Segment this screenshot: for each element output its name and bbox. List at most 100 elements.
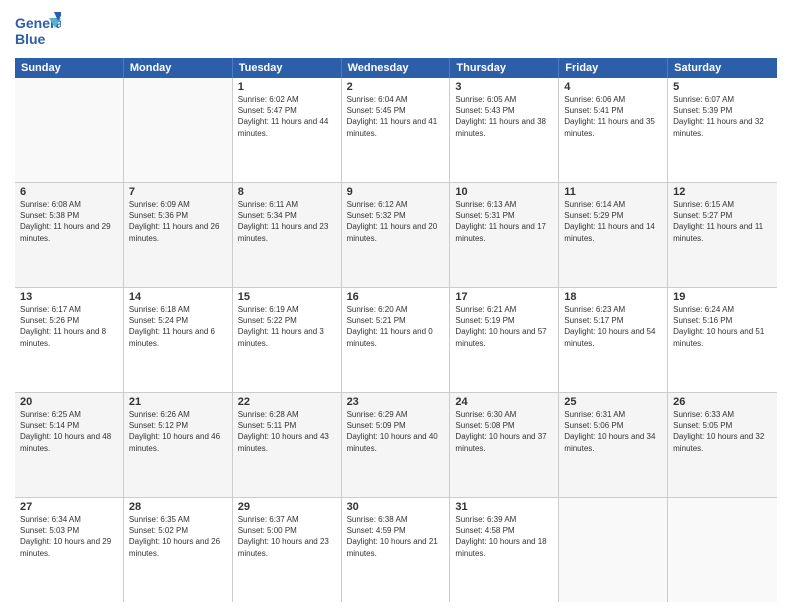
cell-details: Sunrise: 6:28 AM Sunset: 5:11 PM Dayligh… [238, 409, 336, 454]
calendar-row: 6Sunrise: 6:08 AM Sunset: 5:38 PM Daylig… [15, 183, 777, 288]
day-number: 12 [673, 186, 772, 198]
cell-details: Sunrise: 6:37 AM Sunset: 5:00 PM Dayligh… [238, 514, 336, 559]
page: GeneralBlue SundayMondayTuesdayWednesday… [0, 0, 792, 612]
calendar-row: 13Sunrise: 6:17 AM Sunset: 5:26 PM Dayli… [15, 288, 777, 393]
day-number: 10 [455, 186, 553, 198]
day-number: 5 [673, 81, 772, 93]
day-cell: 7Sunrise: 6:09 AM Sunset: 5:36 PM Daylig… [124, 183, 233, 287]
day-cell: 26Sunrise: 6:33 AM Sunset: 5:05 PM Dayli… [668, 393, 777, 497]
day-number: 2 [347, 81, 445, 93]
day-cell: 28Sunrise: 6:35 AM Sunset: 5:02 PM Dayli… [124, 498, 233, 602]
day-cell: 10Sunrise: 6:13 AM Sunset: 5:31 PM Dayli… [450, 183, 559, 287]
day-cell: 9Sunrise: 6:12 AM Sunset: 5:32 PM Daylig… [342, 183, 451, 287]
day-cell: 11Sunrise: 6:14 AM Sunset: 5:29 PM Dayli… [559, 183, 668, 287]
day-cell: 5Sunrise: 6:07 AM Sunset: 5:39 PM Daylig… [668, 78, 777, 182]
cell-details: Sunrise: 6:24 AM Sunset: 5:16 PM Dayligh… [673, 304, 772, 349]
day-number: 4 [564, 81, 662, 93]
day-cell: 21Sunrise: 6:26 AM Sunset: 5:12 PM Dayli… [124, 393, 233, 497]
day-cell: 2Sunrise: 6:04 AM Sunset: 5:45 PM Daylig… [342, 78, 451, 182]
day-number: 25 [564, 396, 662, 408]
day-cell: 31Sunrise: 6:39 AM Sunset: 4:58 PM Dayli… [450, 498, 559, 602]
cell-details: Sunrise: 6:35 AM Sunset: 5:02 PM Dayligh… [129, 514, 227, 559]
cell-details: Sunrise: 6:33 AM Sunset: 5:05 PM Dayligh… [673, 409, 772, 454]
weekday-header: Sunday [15, 58, 124, 78]
day-number: 17 [455, 291, 553, 303]
cell-details: Sunrise: 6:39 AM Sunset: 4:58 PM Dayligh… [455, 514, 553, 559]
day-number: 31 [455, 501, 553, 513]
day-cell: 15Sunrise: 6:19 AM Sunset: 5:22 PM Dayli… [233, 288, 342, 392]
day-number: 6 [20, 186, 118, 198]
day-cell: 17Sunrise: 6:21 AM Sunset: 5:19 PM Dayli… [450, 288, 559, 392]
calendar: SundayMondayTuesdayWednesdayThursdayFrid… [15, 58, 777, 602]
cell-details: Sunrise: 6:34 AM Sunset: 5:03 PM Dayligh… [20, 514, 118, 559]
weekday-header: Friday [559, 58, 668, 78]
cell-details: Sunrise: 6:04 AM Sunset: 5:45 PM Dayligh… [347, 94, 445, 139]
cell-details: Sunrise: 6:14 AM Sunset: 5:29 PM Dayligh… [564, 199, 662, 244]
day-cell: 6Sunrise: 6:08 AM Sunset: 5:38 PM Daylig… [15, 183, 124, 287]
weekday-header: Wednesday [342, 58, 451, 78]
cell-details: Sunrise: 6:05 AM Sunset: 5:43 PM Dayligh… [455, 94, 553, 139]
cell-details: Sunrise: 6:25 AM Sunset: 5:14 PM Dayligh… [20, 409, 118, 454]
day-number: 13 [20, 291, 118, 303]
day-number: 29 [238, 501, 336, 513]
day-number: 21 [129, 396, 227, 408]
day-cell: 24Sunrise: 6:30 AM Sunset: 5:08 PM Dayli… [450, 393, 559, 497]
cell-details: Sunrise: 6:31 AM Sunset: 5:06 PM Dayligh… [564, 409, 662, 454]
day-number: 23 [347, 396, 445, 408]
day-cell: 16Sunrise: 6:20 AM Sunset: 5:21 PM Dayli… [342, 288, 451, 392]
calendar-row: 1Sunrise: 6:02 AM Sunset: 5:47 PM Daylig… [15, 78, 777, 183]
weekday-header: Thursday [450, 58, 559, 78]
day-number: 20 [20, 396, 118, 408]
calendar-body: 1Sunrise: 6:02 AM Sunset: 5:47 PM Daylig… [15, 78, 777, 602]
cell-details: Sunrise: 6:23 AM Sunset: 5:17 PM Dayligh… [564, 304, 662, 349]
day-number: 18 [564, 291, 662, 303]
cell-details: Sunrise: 6:13 AM Sunset: 5:31 PM Dayligh… [455, 199, 553, 244]
cell-details: Sunrise: 6:20 AM Sunset: 5:21 PM Dayligh… [347, 304, 445, 349]
cell-details: Sunrise: 6:19 AM Sunset: 5:22 PM Dayligh… [238, 304, 336, 349]
cell-details: Sunrise: 6:30 AM Sunset: 5:08 PM Dayligh… [455, 409, 553, 454]
calendar-row: 27Sunrise: 6:34 AM Sunset: 5:03 PM Dayli… [15, 498, 777, 602]
day-number: 11 [564, 186, 662, 198]
day-number: 3 [455, 81, 553, 93]
day-number: 19 [673, 291, 772, 303]
weekday-header: Saturday [668, 58, 777, 78]
cell-details: Sunrise: 6:08 AM Sunset: 5:38 PM Dayligh… [20, 199, 118, 244]
day-number: 8 [238, 186, 336, 198]
cell-details: Sunrise: 6:06 AM Sunset: 5:41 PM Dayligh… [564, 94, 662, 139]
day-cell: 22Sunrise: 6:28 AM Sunset: 5:11 PM Dayli… [233, 393, 342, 497]
cell-details: Sunrise: 6:38 AM Sunset: 4:59 PM Dayligh… [347, 514, 445, 559]
cell-details: Sunrise: 6:07 AM Sunset: 5:39 PM Dayligh… [673, 94, 772, 139]
day-cell: 25Sunrise: 6:31 AM Sunset: 5:06 PM Dayli… [559, 393, 668, 497]
logo-svg: GeneralBlue [15, 10, 61, 50]
day-cell: 12Sunrise: 6:15 AM Sunset: 5:27 PM Dayli… [668, 183, 777, 287]
day-cell: 4Sunrise: 6:06 AM Sunset: 5:41 PM Daylig… [559, 78, 668, 182]
day-cell: 23Sunrise: 6:29 AM Sunset: 5:09 PM Dayli… [342, 393, 451, 497]
empty-cell [124, 78, 233, 182]
day-number: 1 [238, 81, 336, 93]
day-cell: 1Sunrise: 6:02 AM Sunset: 5:47 PM Daylig… [233, 78, 342, 182]
day-number: 26 [673, 396, 772, 408]
day-cell: 20Sunrise: 6:25 AM Sunset: 5:14 PM Dayli… [15, 393, 124, 497]
cell-details: Sunrise: 6:29 AM Sunset: 5:09 PM Dayligh… [347, 409, 445, 454]
day-number: 16 [347, 291, 445, 303]
day-cell: 19Sunrise: 6:24 AM Sunset: 5:16 PM Dayli… [668, 288, 777, 392]
day-number: 30 [347, 501, 445, 513]
calendar-row: 20Sunrise: 6:25 AM Sunset: 5:14 PM Dayli… [15, 393, 777, 498]
day-number: 28 [129, 501, 227, 513]
weekday-header: Tuesday [233, 58, 342, 78]
cell-details: Sunrise: 6:15 AM Sunset: 5:27 PM Dayligh… [673, 199, 772, 244]
day-number: 24 [455, 396, 553, 408]
day-cell: 8Sunrise: 6:11 AM Sunset: 5:34 PM Daylig… [233, 183, 342, 287]
logo: GeneralBlue [15, 10, 61, 50]
day-number: 7 [129, 186, 227, 198]
empty-cell [559, 498, 668, 602]
day-cell: 30Sunrise: 6:38 AM Sunset: 4:59 PM Dayli… [342, 498, 451, 602]
cell-details: Sunrise: 6:17 AM Sunset: 5:26 PM Dayligh… [20, 304, 118, 349]
weekday-header: Monday [124, 58, 233, 78]
day-cell: 18Sunrise: 6:23 AM Sunset: 5:17 PM Dayli… [559, 288, 668, 392]
cell-details: Sunrise: 6:18 AM Sunset: 5:24 PM Dayligh… [129, 304, 227, 349]
day-number: 14 [129, 291, 227, 303]
cell-details: Sunrise: 6:02 AM Sunset: 5:47 PM Dayligh… [238, 94, 336, 139]
cell-details: Sunrise: 6:26 AM Sunset: 5:12 PM Dayligh… [129, 409, 227, 454]
day-cell: 3Sunrise: 6:05 AM Sunset: 5:43 PM Daylig… [450, 78, 559, 182]
